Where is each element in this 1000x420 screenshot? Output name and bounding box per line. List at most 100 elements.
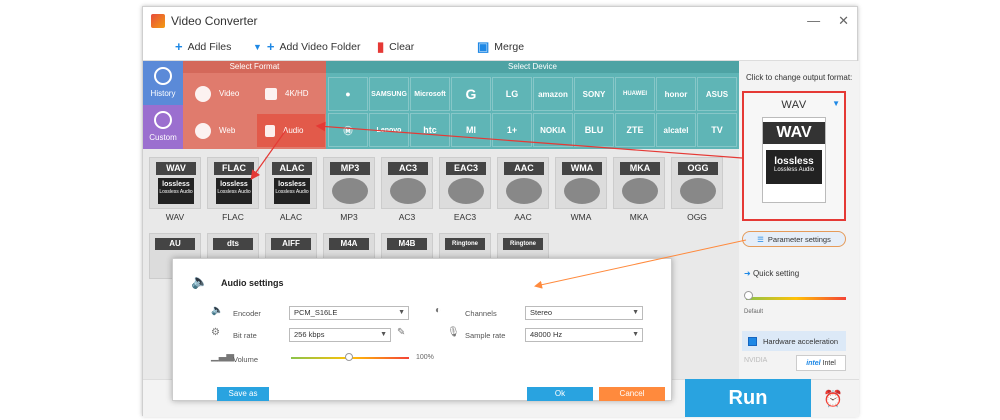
chevron-down-icon: ▼ — [380, 331, 387, 338]
device-amazon[interactable]: amazon — [533, 77, 573, 111]
format-tile-ogg[interactable]: OGG OGG — [671, 157, 723, 225]
edit-icon[interactable]: ✎ — [397, 327, 405, 338]
alarm-clock-icon[interactable]: ⏰ — [823, 389, 843, 409]
volume-label: Volume — [233, 355, 259, 364]
arrow-icon: ➜ — [744, 269, 751, 278]
device-zte[interactable]: ZTE — [615, 113, 655, 147]
disc-icon — [390, 178, 426, 204]
volume-icon: ▁▃▅ — [211, 351, 235, 362]
device-microsoft[interactable]: Microsoft — [410, 77, 450, 111]
default-label: Default — [744, 309, 764, 315]
title-bar: Video Converter — ✕ — [143, 7, 857, 35]
device-asus[interactable]: ASUS — [697, 77, 737, 111]
device-sony[interactable]: SONY — [574, 77, 614, 111]
chevron-down-icon: ▼ — [398, 309, 405, 316]
quality-slider[interactable] — [746, 297, 846, 300]
device-samsung[interactable]: SAMSUNG — [369, 77, 409, 111]
device-lenovo[interactable]: Lenovo — [369, 113, 409, 147]
bitrate-select[interactable]: 256 kbps ▼ — [289, 328, 391, 342]
select-device-header: Select Device — [326, 61, 739, 73]
lossless-badge: lossless Lossless Audio — [158, 178, 194, 204]
category-column: History Custom — [143, 61, 183, 149]
bitrate-icon: ⚙ — [211, 327, 220, 338]
output-format-selector[interactable]: WAV ▼ WAV lossless Lossless Audio — [742, 91, 846, 221]
merge-button[interactable]: ▣ Merge — [477, 39, 524, 54]
device-motorola[interactable]: Ⓜ — [328, 113, 368, 147]
play-icon — [195, 85, 211, 102]
device-xiaomi[interactable]: MI — [451, 113, 491, 147]
quality-slider-handle[interactable] — [744, 291, 753, 300]
nvidia-option: NVIDIA — [744, 357, 768, 364]
trash-icon: ▮ — [377, 39, 385, 54]
device-huawei[interactable]: HUAWEI — [615, 77, 655, 111]
chevron-down-icon: ▼ — [632, 309, 639, 316]
save-as-button[interactable]: Save as — [217, 387, 269, 401]
volume-slider-handle[interactable] — [345, 353, 353, 361]
speaker-settings-icon: 🔈 — [191, 273, 209, 289]
custom-icon — [154, 111, 172, 129]
volume-percent: 100% — [416, 354, 434, 361]
parameter-settings-button[interactable]: ☰ Parameter settings — [742, 231, 846, 247]
format-tile-wma[interactable]: WMA WMA — [555, 157, 607, 225]
lossless-badge: lossless Lossless Audio — [216, 178, 252, 204]
settings-icon: ☰ — [757, 234, 764, 244]
clear-button[interactable]: ▮ Clear — [377, 39, 414, 54]
disc-icon — [448, 178, 484, 204]
device-htc[interactable]: htc — [410, 113, 450, 147]
device-honor[interactable]: honor — [656, 77, 696, 111]
format-web-button[interactable]: Web — [187, 114, 255, 147]
format-4k-button[interactable]: 4K/HD — [257, 77, 325, 110]
add-files-button[interactable]: + Add Files — [175, 40, 231, 53]
format-video-button[interactable]: Video — [187, 77, 255, 110]
device-oneplus[interactable]: 1+ — [492, 113, 532, 147]
output-format-label: Click to change output format: — [746, 73, 853, 82]
globe-icon — [195, 122, 211, 139]
hardware-acceleration-toggle[interactable]: Hardware acceleration — [742, 331, 846, 351]
chevron-down-icon[interactable]: ▼ — [253, 41, 262, 53]
intel-option[interactable]: intel Intel — [796, 355, 846, 371]
format-tile-ac3[interactable]: AC3 AC3 — [381, 157, 433, 225]
ok-button[interactable]: Ok — [527, 387, 593, 401]
custom-tab[interactable]: Custom — [143, 105, 183, 149]
checkbox-icon[interactable] — [748, 336, 757, 346]
motorola-icon: Ⓜ — [343, 125, 353, 136]
disc-icon — [506, 178, 542, 204]
format-tile-wav[interactable]: WAV lossless Lossless Audio WAV — [149, 157, 201, 225]
channels-label: Channels — [465, 309, 497, 318]
device-lg[interactable]: LG — [492, 77, 532, 111]
channels-select[interactable]: Stereo ▼ — [525, 306, 643, 320]
device-blu[interactable]: BLU — [574, 113, 614, 147]
output-panel: Click to change output format: WAV ▼ WAV… — [740, 61, 859, 379]
device-apple[interactable]: ● — [328, 77, 368, 111]
format-tile-eac3[interactable]: EAC3 EAC3 — [439, 157, 491, 225]
add-video-folder-button[interactable]: ▼ + Add Video Folder — [253, 40, 360, 53]
lossless-badge: lossless Lossless Audio — [274, 178, 310, 204]
chevron-down-icon: ▼ — [632, 331, 639, 338]
device-alcatel[interactable]: alcatel — [656, 113, 696, 147]
chevron-down-icon[interactable]: ▼ — [832, 99, 840, 108]
format-audio-button[interactable]: Audio — [257, 114, 325, 147]
disc-icon — [332, 178, 368, 204]
minimize-button[interactable]: — — [807, 13, 820, 29]
cancel-button[interactable]: Cancel — [599, 387, 665, 401]
format-tile-mka[interactable]: MKA MKA — [613, 157, 665, 225]
format-tile-aac[interactable]: AAC AAC — [497, 157, 549, 225]
lossless-badge: lossless Lossless Audio — [766, 150, 822, 184]
device-nokia[interactable]: NOKIA — [533, 113, 573, 147]
samplerate-select[interactable]: 48000 Hz ▼ — [525, 328, 643, 342]
close-button[interactable]: ✕ — [838, 13, 849, 29]
encoder-select[interactable]: PCM_S16LE ▼ — [289, 306, 409, 320]
run-button[interactable]: Run — [685, 379, 811, 417]
merge-icon: ▣ — [477, 39, 490, 54]
4k-icon — [265, 87, 277, 100]
samplerate-label: Sample rate — [465, 331, 506, 340]
format-tile-alac[interactable]: ALAC lossless Lossless Audio ALAC — [265, 157, 317, 225]
format-tile-mp3[interactable]: MP3 MP3 — [323, 157, 375, 225]
channels-icon: ◐ — [435, 305, 442, 316]
format-tile-flac[interactable]: FLAC lossless Lossless Audio FLAC — [207, 157, 259, 225]
device-google[interactable]: G — [451, 77, 491, 111]
history-tab[interactable]: History — [143, 61, 183, 105]
disc-icon — [622, 178, 658, 204]
device-tv[interactable]: TV — [697, 113, 737, 147]
audio-settings-title: Audio settings — [221, 278, 284, 288]
